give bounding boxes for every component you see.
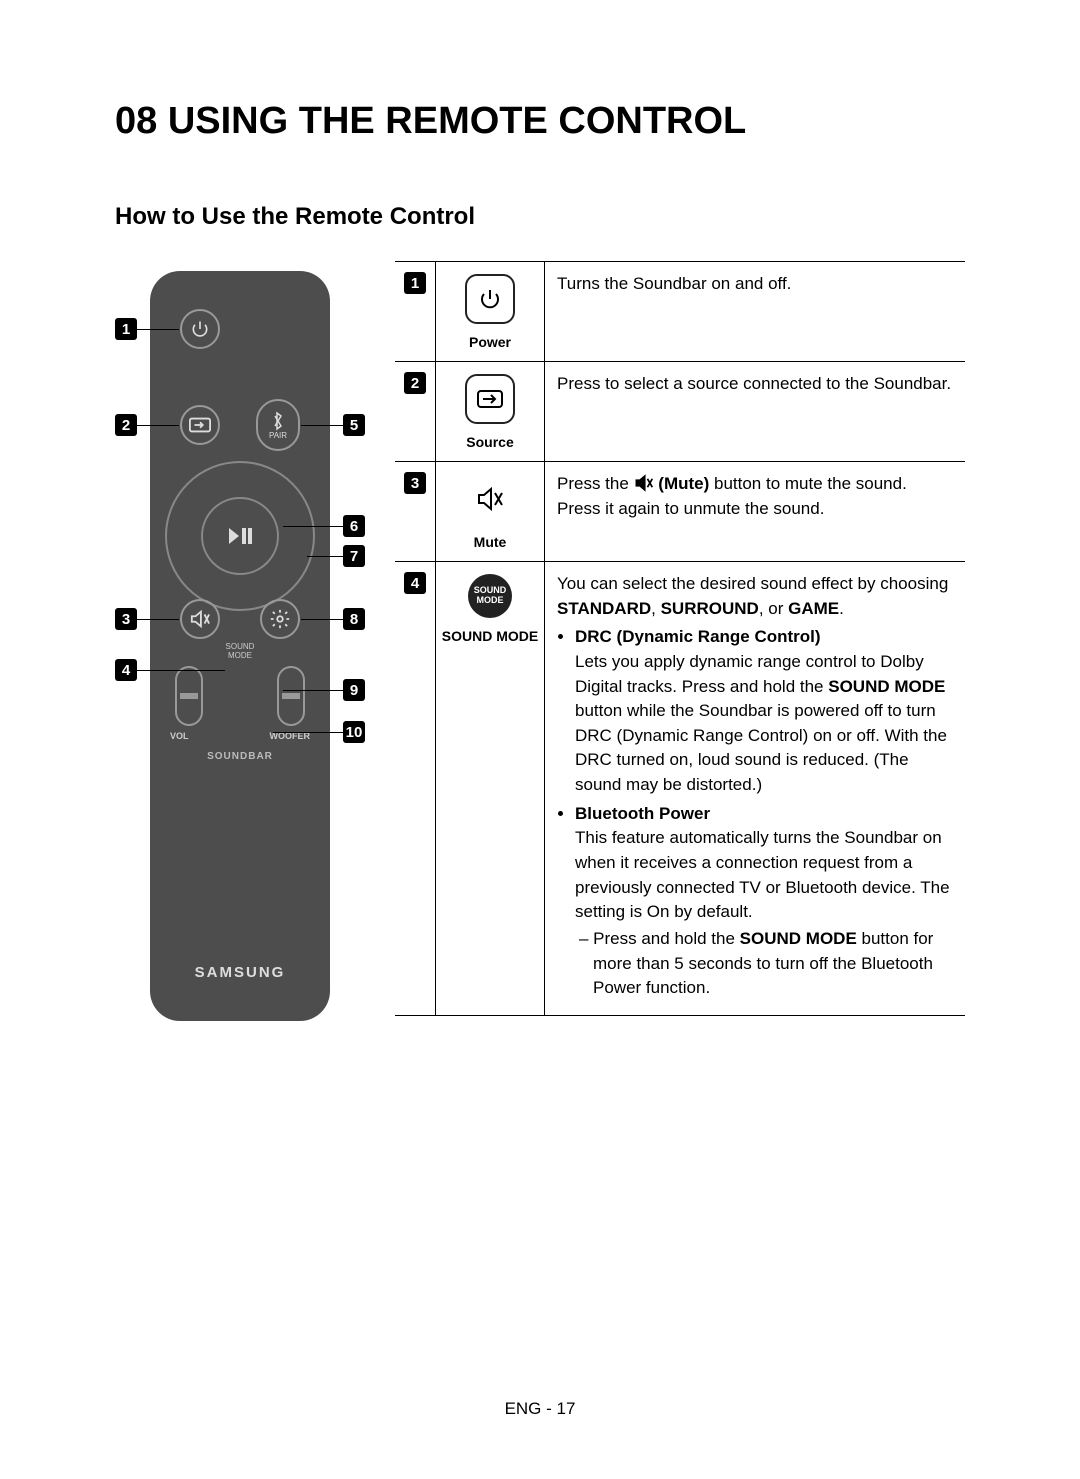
- soundbar-label: SOUNDBAR: [207, 751, 273, 762]
- sound-mode-icon: SOUNDMODE: [468, 574, 512, 618]
- pair-icon: PAIR: [256, 399, 300, 451]
- sound-mode-label: SOUND MODE: [442, 628, 538, 644]
- power-label: Power: [469, 334, 511, 350]
- mute-label: Mute: [474, 534, 507, 550]
- table-row: 3 Mute Press the (Mute) button to mute t…: [395, 462, 965, 562]
- mute-icon: [465, 474, 515, 524]
- power-icon: [465, 274, 515, 324]
- callout-1: 1: [115, 318, 137, 340]
- table-row: 2 Source Press to select a source connec…: [395, 362, 965, 462]
- table-row: 1 Power Turns the Soundbar on and off.: [395, 262, 965, 362]
- callout-7: 7: [343, 545, 365, 567]
- source-description: Press to select a source connected to th…: [545, 362, 965, 461]
- page-footer: ENG - 17: [505, 1399, 576, 1419]
- source-icon: [180, 405, 220, 445]
- power-description: Turns the Soundbar on and off.: [545, 262, 965, 361]
- mute-description: Press the (Mute) button to mute the soun…: [545, 462, 965, 561]
- button-description-table: 1 Power Turns the Soundbar on and off. 2…: [395, 261, 965, 1021]
- section-heading: How to Use the Remote Control: [115, 203, 965, 231]
- brand-label: SAMSUNG: [195, 964, 286, 981]
- pair-label: PAIR: [269, 431, 287, 440]
- callout-3: 3: [115, 608, 137, 630]
- row-badge-1: 1: [404, 272, 426, 294]
- vol-label: VOL: [170, 731, 189, 741]
- chapter-heading: 08 USING THE REMOTE CONTROL: [115, 100, 965, 143]
- callout-9: 9: [343, 679, 365, 701]
- mute-icon: [180, 599, 220, 639]
- row-badge-2: 2: [404, 372, 426, 394]
- callout-2: 2: [115, 414, 137, 436]
- remote-diagram: PAIR SOUNDMODE VOL WOOFER SOUN: [115, 261, 365, 1021]
- source-label: Source: [466, 434, 513, 450]
- row-badge-3: 3: [404, 472, 426, 494]
- callout-8: 8: [343, 608, 365, 630]
- sound-mode-description: You can select the desired sound effect …: [545, 562, 965, 1015]
- callout-6: 6: [343, 515, 365, 537]
- callout-10: 10: [343, 721, 365, 743]
- play-pause-icon: [201, 497, 279, 575]
- callout-4: 4: [115, 659, 137, 681]
- source-icon: [465, 374, 515, 424]
- power-icon: [180, 309, 220, 349]
- callout-5: 5: [343, 414, 365, 436]
- gear-icon: [260, 599, 300, 639]
- table-row: 4 SOUNDMODE SOUND MODE You can select th…: [395, 562, 965, 1016]
- row-badge-4: 4: [404, 572, 426, 594]
- sound-mode-small-label: SOUNDMODE: [226, 643, 255, 661]
